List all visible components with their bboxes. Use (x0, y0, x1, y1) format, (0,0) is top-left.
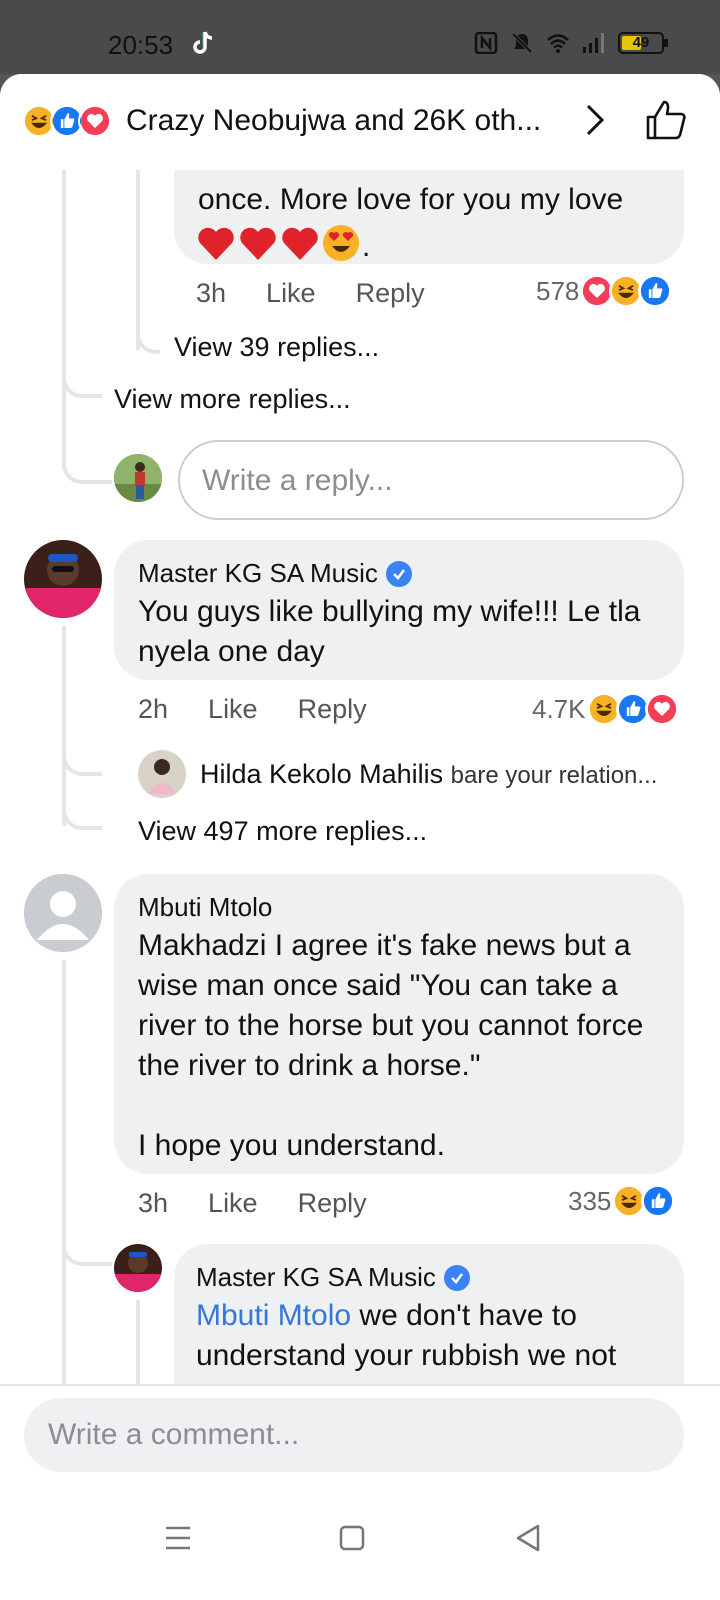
menu-icon[interactable] (158, 1518, 198, 1558)
signal-icon (583, 33, 604, 53)
reply-preview-author: Hilda Kekolo Mahilis (200, 759, 444, 789)
like-button[interactable]: Like (208, 694, 258, 725)
comment-text-line: I hope you understand. (138, 1129, 445, 1162)
mute-icon (511, 32, 533, 54)
wifi-icon (547, 34, 569, 53)
reactions-title: Crazy Neobujwa and 26K oth... (126, 104, 542, 137)
comment-text-line: understand your rubbish we not (196, 1339, 617, 1372)
red-heart-emoji (198, 227, 234, 260)
red-heart-emoji (240, 227, 276, 260)
mention-link[interactable]: Mbuti Mtolo (196, 1299, 351, 1332)
comments-feed[interactable]: once. More love for you my love . 3h Lik… (0, 74, 720, 1444)
comment-time: 2h (138, 694, 169, 724)
comment-text-line: river to the horse but you cannot force (138, 1009, 644, 1042)
comment-input[interactable]: Write a comment... (24, 1398, 684, 1472)
reaction-count[interactable]: 335 (568, 1184, 676, 1218)
comment-author[interactable]: Master KG SA Music (196, 1262, 470, 1293)
reactions-header[interactable]: Crazy Neobujwa and 26K oth... (0, 74, 720, 170)
reaction-count[interactable]: 578 (536, 274, 673, 308)
comment-text: Mbuti Mtolo we don't have to understand … (196, 1296, 676, 1376)
emoji-row: . (196, 224, 370, 262)
battery-icon: 49 (618, 32, 668, 54)
comment-text-part: we don't have to (351, 1299, 577, 1332)
comment-time: 3h (196, 278, 227, 308)
status-icons: 49 (474, 32, 668, 54)
nfc-icon (474, 32, 498, 54)
comment-bubble[interactable]: Master KG SA Music You guys like bullyin… (114, 540, 684, 680)
reply-input[interactable]: Write a reply... (178, 440, 684, 520)
thread-connector (62, 730, 102, 776)
back-icon[interactable] (508, 1518, 548, 1558)
battery-level: 49 (632, 34, 650, 51)
comment-author[interactable]: Mbuti Mtolo (138, 892, 272, 923)
comment-author[interactable]: Master KG SA Music (138, 558, 412, 589)
comment-text-line: wise man once said "You can take a (138, 969, 618, 1002)
reply-button[interactable]: Reply (298, 694, 367, 725)
reply-preview[interactable]: Hilda Kekolo Mahilis bare your relation.… (200, 759, 657, 790)
thread-line (62, 960, 66, 1414)
comment-meta: 2h Like Reply (138, 694, 367, 725)
default-avatar-icon[interactable] (24, 874, 102, 952)
reply-button[interactable]: Reply (356, 278, 425, 309)
like-reaction-icon (638, 274, 673, 308)
thread-connector (62, 354, 102, 398)
reply-author-avatar[interactable] (138, 750, 186, 798)
view-more-replies-link[interactable]: View more replies... (114, 384, 351, 415)
comment-text-line: the river to drink a horse." (138, 1049, 481, 1082)
comment-text: once. More love for you my love (198, 183, 624, 216)
reply-preview-snippet: bare your relation... (450, 762, 658, 789)
comment-meta: 3h Like Reply (196, 278, 425, 309)
comment-text-line: Makhadzi I agree it's fake news but a (138, 929, 631, 962)
system-nav-bar (0, 1502, 720, 1582)
verified-badge-icon (385, 560, 412, 587)
author-name: Mbuti Mtolo (138, 892, 273, 922)
comment-time: 3h (138, 1188, 169, 1218)
reaction-count[interactable]: 4.7K (532, 692, 679, 726)
view-replies-link[interactable]: View 39 replies... (174, 332, 379, 363)
home-icon[interactable] (332, 1518, 372, 1558)
reaction-count-number: 4.7K (532, 693, 586, 724)
chevron-right-icon[interactable] (580, 100, 610, 140)
view-replies-link[interactable]: View 497 more replies... (138, 816, 427, 847)
reply-author-avatar[interactable] (114, 1244, 162, 1292)
period: . (362, 230, 371, 263)
thread-connector (62, 784, 102, 830)
reaction-count-number: 578 (536, 275, 580, 306)
love-reaction-icon (644, 692, 679, 726)
composer-area: Write a comment... (0, 1384, 720, 1600)
current-user-avatar (114, 454, 162, 502)
comments-sheet: Crazy Neobujwa and 26K oth... once. More… (0, 74, 720, 1600)
love-reaction-icon (78, 104, 112, 138)
like-button[interactable]: Like (208, 1188, 258, 1219)
comment-text: You guys like bullying my wife!!! Le tla… (138, 595, 641, 668)
comment-text: Makhadzi I agree it's fake news but a wi… (138, 926, 678, 1166)
author-avatar[interactable] (24, 540, 102, 618)
verified-badge-icon (443, 1264, 470, 1291)
tiktok-icon (192, 30, 214, 63)
author-name: Master KG SA Music (138, 558, 378, 588)
like-thumb-icon[interactable] (644, 98, 688, 142)
red-heart-emoji (282, 227, 318, 260)
thread-line (62, 170, 66, 470)
like-button[interactable]: Like (266, 278, 316, 309)
thread-connector (62, 434, 112, 484)
status-bar: 20:53 49 (0, 0, 720, 74)
thread-connector (62, 1224, 112, 1266)
reaction-count-number: 335 (568, 1185, 612, 1216)
comment-bubble[interactable]: Mbuti Mtolo Makhadzi I agree it's fake n… (114, 874, 684, 1174)
like-reaction-icon (641, 1184, 676, 1218)
comment-meta: 3h Like Reply (138, 1188, 367, 1219)
reaction-summary (22, 104, 112, 138)
status-time: 20:53 (108, 30, 174, 60)
author-name: Master KG SA Music (196, 1262, 436, 1292)
reply-button[interactable]: Reply (298, 1188, 367, 1219)
heart-eyes-emoji (323, 225, 359, 261)
